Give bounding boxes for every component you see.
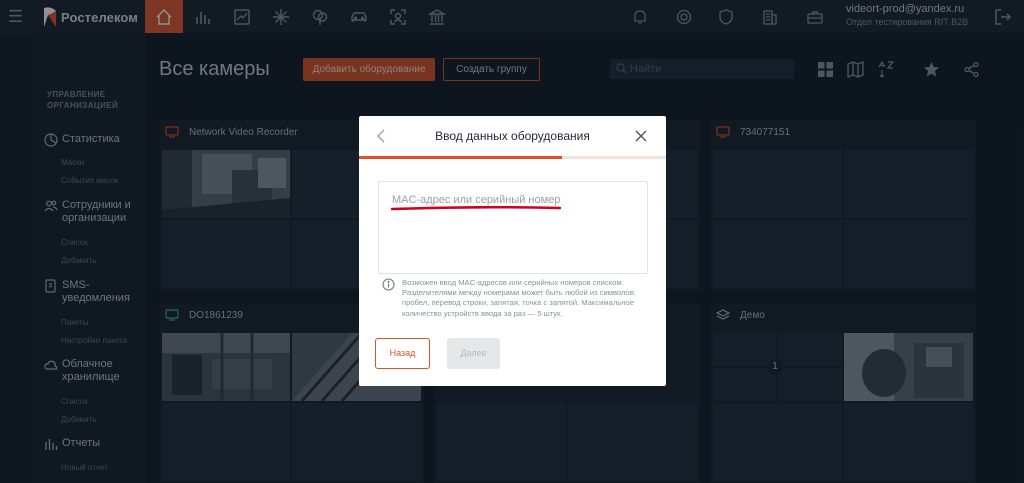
- progress-bar: [359, 156, 666, 159]
- info-icon: [382, 278, 395, 291]
- equipment-input-dialog: Ввод данных оборудования MAC-адрес или с…: [359, 116, 666, 386]
- red-annotation-underline: [391, 206, 561, 211]
- input-hint: Возможен ввод MAC-адресов или серийных н…: [402, 278, 636, 318]
- dialog-title: Ввод данных оборудования: [435, 129, 590, 143]
- back-button[interactable]: Назад: [375, 338, 430, 369]
- mac-serial-input[interactable]: MAC-адрес или серийный номер: [378, 181, 648, 274]
- input-placeholder: MAC-адрес или серийный номер: [392, 194, 561, 206]
- progress-bar-fill: [359, 156, 562, 159]
- close-icon[interactable]: [634, 129, 648, 143]
- next-button[interactable]: Далее: [447, 338, 500, 369]
